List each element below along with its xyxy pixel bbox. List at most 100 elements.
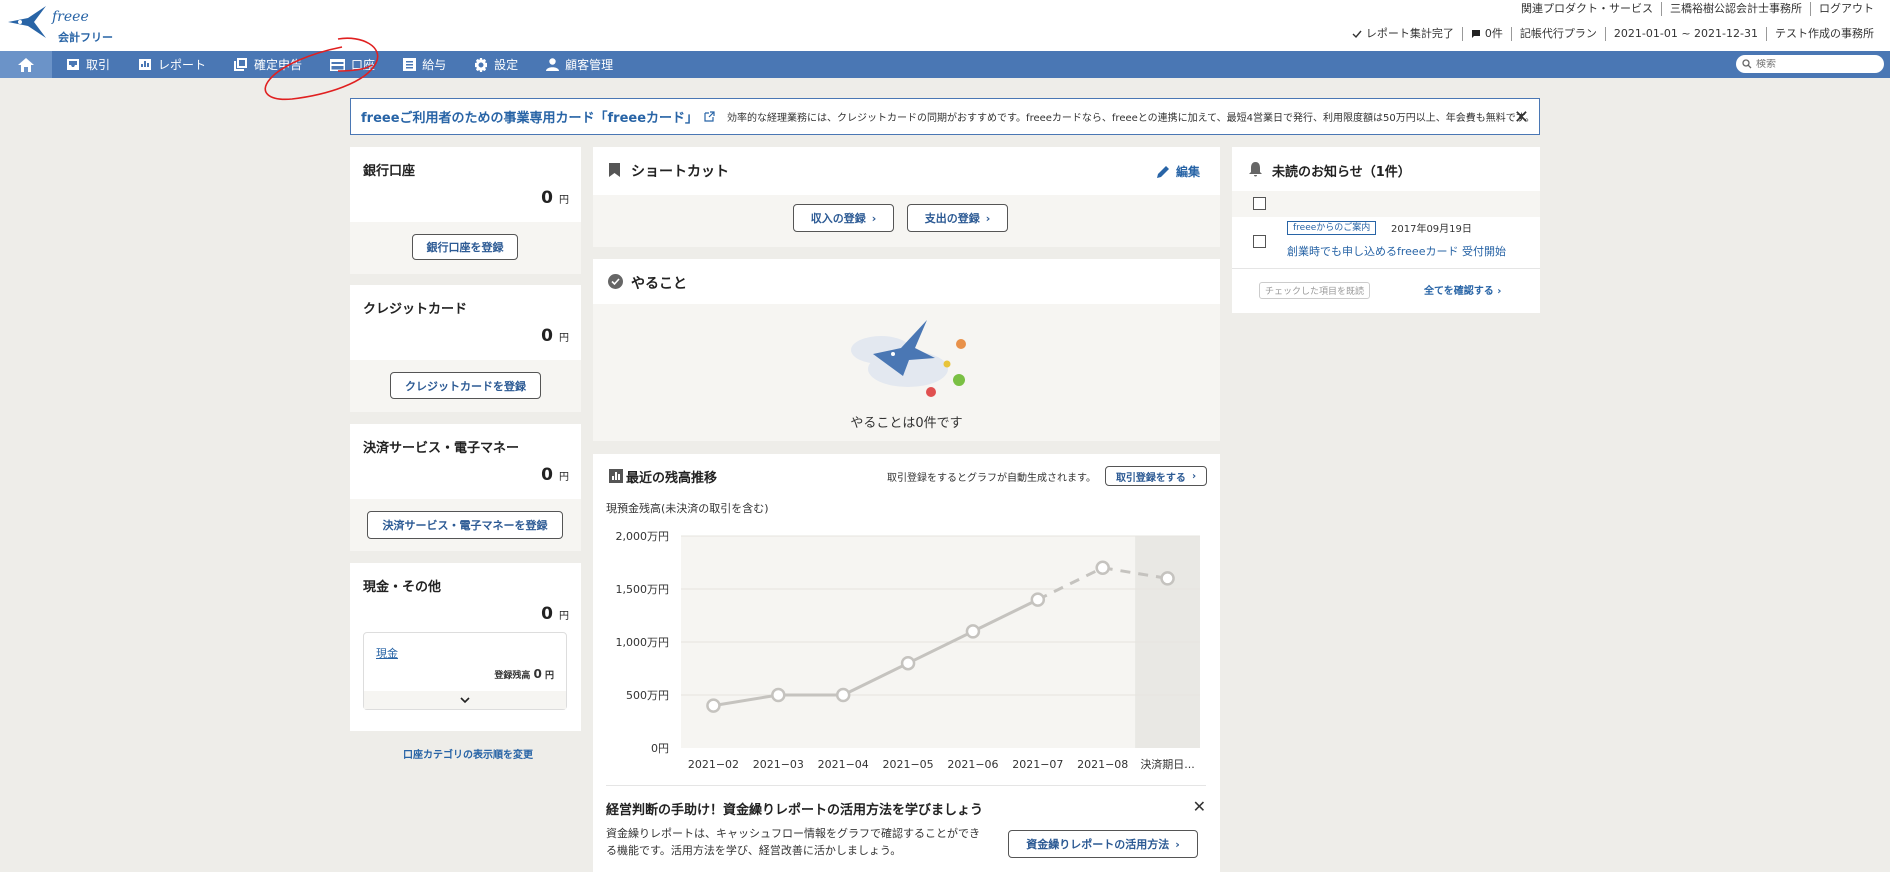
- credit-card-amount: 0円: [541, 326, 569, 346]
- status-links: レポート集計完了 0件 記帳代行プラン 2021-01-01 ~ 2021-12…: [1344, 27, 1882, 41]
- chevron-down-icon: [460, 696, 470, 703]
- chart-data-point: [1030, 592, 1046, 607]
- shortcut-title: ショートカット: [631, 164, 729, 180]
- credit-card-icon: [330, 58, 346, 71]
- chart-data-point: [965, 624, 981, 639]
- logout-link[interactable]: ログアウト: [1810, 2, 1882, 16]
- chart-y-tick-label: 1,500万円: [616, 583, 670, 596]
- chart-data-point: [900, 655, 916, 671]
- chart-x-tick-label: 2021−02: [688, 758, 739, 771]
- bank-account-title: 銀行口座: [363, 164, 416, 179]
- shortcut-edit-button[interactable]: 編集: [1156, 163, 1200, 180]
- payment-service-footer: 決済サービス・電子マネーを登録: [350, 499, 581, 551]
- todo-title: やること: [631, 276, 687, 292]
- nav-accounts[interactable]: 口座: [316, 51, 389, 78]
- bookmark-icon: [609, 163, 620, 177]
- promo-title: 経営判断の手助け！資金繰りレポートの活用方法を学びましょう: [606, 803, 984, 818]
- search-box[interactable]: [1736, 55, 1884, 73]
- bank-account-footer: 銀行口座を登録: [350, 222, 581, 274]
- nav-payroll[interactable]: 給与: [389, 51, 460, 78]
- notice-tag: freeeからのご案内: [1287, 221, 1377, 235]
- cash-expand-toggle[interactable]: [364, 691, 566, 709]
- nav-tax-return[interactable]: 確定申告: [220, 51, 316, 78]
- see-all-notices-link[interactable]: 全てを確認する ›: [1424, 282, 1501, 297]
- chart-x-tick-label: 2021−07: [1012, 758, 1063, 771]
- logo-freee-text: freee: [52, 9, 89, 25]
- search-input[interactable]: [1756, 58, 1876, 70]
- plan-label[interactable]: 記帳代行プラン: [1510, 27, 1605, 41]
- credit-card-title: クレジットカード: [363, 302, 468, 317]
- check-circle-icon: [608, 274, 623, 289]
- cash-account-box: 現金 登録残高 0 円: [363, 632, 567, 710]
- swallow-logo-icon: [8, 6, 46, 38]
- bank-account-card: 銀行口座 0円: [350, 147, 581, 222]
- register-bank-button[interactable]: 銀行口座を登録: [412, 234, 518, 260]
- notice-link[interactable]: 創業時でも申し込めるfreeeカード 受付開始: [1287, 243, 1506, 259]
- bank-account-amount: 0円: [541, 188, 569, 208]
- todo-card: やること: [593, 259, 1220, 304]
- payment-service-title: 決済サービス・電子マネー: [363, 441, 520, 456]
- office-name-link[interactable]: 三橋裕樹公認会計士事務所: [1661, 2, 1810, 16]
- nav-customers[interactable]: 顧客管理: [532, 51, 627, 78]
- gear-icon: [475, 57, 488, 72]
- banner-description: 効率的な経理業務には、クレジットカードの同期がおすすめです。freeeカードなら…: [727, 113, 1535, 124]
- todo-empty-area: やることは0件です: [593, 304, 1220, 441]
- documents-icon: [234, 58, 248, 71]
- pencil-icon: [1156, 166, 1169, 178]
- freee-card-banner[interactable]: freeeご利用者のための事業専用カード「freeeカード」 効率的な経理業務に…: [350, 98, 1540, 135]
- bar-chart-icon: [139, 59, 152, 70]
- notice-checkbox[interactable]: [1253, 235, 1266, 248]
- chart-data-point: [1095, 560, 1110, 576]
- user-icon: [546, 58, 560, 71]
- fiscal-period[interactable]: 2021-01-01 ~ 2021-12-31: [1604, 27, 1766, 41]
- nav-reports[interactable]: レポート: [124, 51, 220, 78]
- nav-settings[interactable]: 設定: [460, 51, 532, 78]
- cash-card: 現金・その他 0円 現金 登録残高 0 円: [350, 563, 581, 731]
- cash-account-link[interactable]: 現金: [376, 645, 398, 661]
- register-credit-card-button[interactable]: クレジットカードを登録: [390, 372, 541, 399]
- chart-x-tick-label: 2021−05: [882, 758, 933, 771]
- register-payment-service-button[interactable]: 決済サービス・電子マネーを登録: [367, 511, 563, 539]
- chart-x-tick-label: 2021−04: [818, 758, 869, 771]
- top-links: 関連プロダクト・サービス 三橋裕樹公認会計士事務所 ログアウト: [1513, 2, 1882, 16]
- cash-amount: 0円: [541, 604, 569, 624]
- cash-registered-balance: 登録残高 0 円: [494, 667, 554, 681]
- chart-x-tick-label: 2021−08: [1077, 758, 1128, 771]
- balance-line-chart: 0円 500万円 1,000万円 1,500万円 2,000万円 2021−02 2021−…: [616, 530, 1200, 771]
- top-header: freee 会計フリー 関連プロダクト・サービス 三橋裕樹公認会計士事務所 ログ…: [0, 0, 1890, 51]
- notice-card: 未読のお知らせ（1件） freeeからのご案内 2017年09月19日 創業時で…: [1232, 147, 1540, 313]
- promo-description-2: る機能です。活用方法を学び、経営改善に活かしましょう。: [606, 844, 902, 857]
- office-switch[interactable]: テスト作成の事務所: [1766, 27, 1882, 41]
- chart-y-tick-label: 500万円: [626, 689, 669, 702]
- change-category-order-link[interactable]: 口座カテゴリの表示順を変更: [403, 746, 533, 761]
- notice-title: 未読のお知らせ（1件）: [1272, 165, 1411, 180]
- notice-date: 2017年09月19日: [1391, 224, 1472, 235]
- credit-card-footer: クレジットカードを登録: [350, 360, 581, 412]
- nav-transactions[interactable]: 取引: [52, 51, 124, 78]
- register-income-button[interactable]: 収入の登録 ›: [793, 204, 894, 232]
- chart-y-tick-label: 2,000万円: [616, 530, 670, 543]
- freee-logo[interactable]: freee 会計フリー: [6, 4, 116, 44]
- chart-y-tick-label: 1,000万円: [616, 636, 670, 649]
- check-icon: [1352, 30, 1362, 39]
- banner-close-icon[interactable]: ✕: [1514, 107, 1529, 128]
- todo-empty-message: やることは0件です: [850, 416, 963, 431]
- chart-data-point: [771, 687, 786, 703]
- select-all-checkbox[interactable]: [1253, 197, 1266, 210]
- nav-home[interactable]: [0, 51, 52, 78]
- message-icon: [1471, 30, 1480, 38]
- cashflow-report-guide-button[interactable]: 資金繰りレポートの活用方法 ›: [1008, 830, 1198, 858]
- shortcut-buttons-area: 収入の登録 › 支出の登録 ›: [593, 195, 1220, 247]
- balance-trend-card: 最近の残高推移 取引登録をするとグラフが自動生成されます。 取引登録をする › 現…: [593, 454, 1220, 872]
- notification-count[interactable]: 0件: [1461, 27, 1511, 41]
- banner-title[interactable]: freeeご利用者のための事業専用カード「freeeカード」: [361, 107, 698, 126]
- related-products-link[interactable]: 関連プロダクト・サービス: [1513, 2, 1661, 16]
- chart-data-point: [1160, 571, 1175, 586]
- mark-read-button[interactable]: チェックした項目を既読: [1259, 282, 1371, 299]
- promo-close-icon[interactable]: ✕: [1193, 797, 1206, 816]
- register-expense-button[interactable]: 支出の登録 ›: [907, 204, 1008, 232]
- divider: [1232, 268, 1540, 269]
- report-status[interactable]: レポート集計完了: [1344, 27, 1462, 41]
- inbox-icon: [67, 59, 79, 70]
- credit-card-card: クレジットカード 0円: [350, 285, 581, 360]
